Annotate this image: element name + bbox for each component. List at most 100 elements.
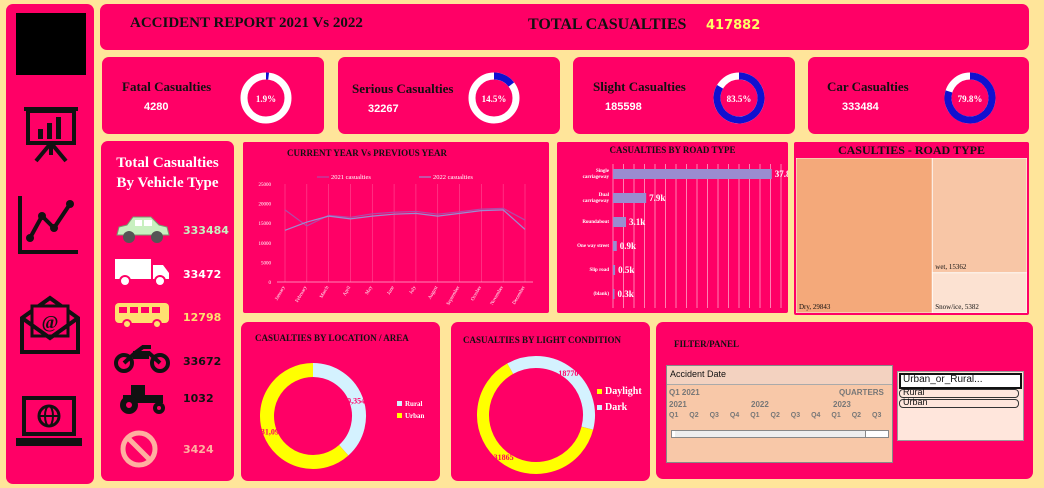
scrollbar-thumb[interactable] <box>675 431 866 437</box>
vehicle-value: 1032 <box>183 392 214 405</box>
kpi-ring: 1.9% <box>240 72 292 124</box>
timeline-quarter[interactable]: Q4 <box>730 412 739 419</box>
treemap-label: Dry, 29843 <box>799 303 831 311</box>
timeline-quarter[interactable]: Q2 <box>689 412 698 419</box>
light-donut: 31865 18770 Daylight Dark <box>477 356 642 474</box>
chart-title: CASUALTIES BY ROAD TYPE <box>609 145 736 155</box>
donut-data-label: 18770 <box>558 369 578 378</box>
timeline-year: 2021 <box>669 400 687 409</box>
vehicle-value: 33672 <box>183 355 222 368</box>
donut-data-label: 31865 <box>494 453 514 462</box>
presentation-icon[interactable] <box>18 99 84 165</box>
timeline-quarter[interactable]: Q2 <box>771 412 780 419</box>
legend-label: Urban <box>405 412 425 420</box>
data-label: 0.9k <box>620 241 636 251</box>
legend-swatch <box>397 413 402 418</box>
category-label: Dual <box>599 193 610 198</box>
timeline-quarter[interactable]: Q2 <box>852 412 861 419</box>
y-tick-label: 10000 <box>259 242 272 247</box>
y-tick-label: 15000 <box>259 222 272 227</box>
kpi-ring: 83.5% <box>713 72 765 124</box>
timeline-quarter[interactable]: Q4 <box>811 412 820 419</box>
chart-title: CASULTIES - ROAD TYPE <box>837 143 986 157</box>
timeline-scrollbar[interactable] <box>671 430 889 438</box>
road-type-bar-panel: CASUALTIES BY ROAD TYPE Single carriagewa… <box>557 142 788 313</box>
vehicle-title-line2: By Vehicle Type <box>116 175 219 191</box>
y-tick-label: 25000 <box>259 183 272 188</box>
bar <box>613 217 627 227</box>
bar <box>613 241 617 251</box>
vehicle-value: 3424 <box>183 443 214 456</box>
legend-label: Dark <box>605 402 628 413</box>
line-chart-panel: CURRENT YEAR Vs PREVIOUS YEAR 0 5000 10000… <box>243 142 549 313</box>
x-tick-label: July <box>409 285 418 295</box>
ring-fill <box>493 72 515 87</box>
donut-slice <box>312 363 366 456</box>
ring-pct-label: 14.5% <box>482 94 507 104</box>
truck-icon <box>115 259 169 287</box>
legend-label: 2021 casualties <box>331 174 371 181</box>
prohibited-icon <box>120 430 158 468</box>
bar <box>613 289 615 299</box>
bar-chart: Singlecarriageway37.8kDualcarriageway7.9… <box>577 164 788 308</box>
timeline-quarter[interactable]: Q3 <box>791 412 800 419</box>
bus-icon <box>115 303 169 329</box>
data-label: 3.1k <box>629 217 645 227</box>
date-timeline: Accident Date Q1 2021 QUARTERS 2021 2022… <box>666 365 893 463</box>
ring-pct-label: 83.5% <box>727 94 752 104</box>
x-tick-label: April <box>343 285 353 297</box>
kpi-title: Fatal Casualties <box>122 79 212 94</box>
slicer-item-label: Rural <box>903 387 925 397</box>
ring-pct-label: 79.8% <box>958 94 983 104</box>
line-chart: 0 5000 10000 15000 20000 25000 January February… <box>259 174 533 307</box>
y-tick-label: 20000 <box>259 203 272 208</box>
kpi-ring: 79.8% <box>944 72 996 124</box>
location-donut: 19,354 31,092 Rural Urban <box>260 363 425 469</box>
kpi-card-car: Car Casualties 333484 79.8% <box>808 57 1029 134</box>
category-label: Single <box>596 169 610 174</box>
kpi-value: 185598 <box>605 101 642 113</box>
kpi-card-fatal: Fatal Casualties 4280 1.9% <box>102 57 324 134</box>
bar <box>613 265 616 275</box>
logo-square[interactable] <box>16 13 86 75</box>
category-label: carriageway <box>583 175 610 180</box>
slicer-item-urban[interactable]: Urban <box>899 397 1019 408</box>
timeline-quarters: Q1 Q2 Q3 Q4 Q1 Q2 Q3 Q4 Q1 Q2 Q3 <box>667 412 892 426</box>
vehicle-value: 333484 <box>183 224 229 237</box>
legend-swatch <box>397 401 402 406</box>
x-tick-label: November <box>490 285 505 306</box>
kpi-title: Slight Casualties <box>593 79 686 94</box>
timeline-period: Q1 2021 <box>669 388 700 397</box>
category-label: Slip road <box>590 268 610 273</box>
light-donut-panel: CASUALTIES BY LIGHT CONDITION 31865 18770… <box>451 322 650 481</box>
treemap-tile <box>796 158 933 313</box>
line-chart-icon[interactable] <box>16 194 82 258</box>
donut-data-label: 31,092 <box>261 428 283 437</box>
legend-swatch <box>597 405 602 410</box>
x-tick-label: August <box>428 285 440 301</box>
category-label: carriageway <box>583 199 610 204</box>
laptop-globe-icon[interactable] <box>14 394 84 452</box>
tractor-icon <box>120 385 165 414</box>
donut-slice <box>260 363 349 469</box>
timeline-quarter[interactable]: Q1 <box>831 412 840 419</box>
timeline-unit-dropdown[interactable]: QUARTERS <box>839 388 884 397</box>
kpi-value: 4280 <box>144 101 169 113</box>
legend-label: 2022 casualties <box>433 174 473 181</box>
timeline-year: 2023 <box>833 400 851 409</box>
timeline-quarter[interactable]: Q1 <box>669 412 678 419</box>
x-tick-label: January <box>275 285 287 301</box>
chart-title: CURRENT YEAR Vs PREVIOUS YEAR <box>287 148 448 158</box>
category-label: Roundabout <box>582 220 609 225</box>
timeline-quarter[interactable]: Q1 <box>750 412 759 419</box>
series-line <box>284 209 526 231</box>
x-tick-label: February <box>295 285 309 304</box>
timeline-quarter[interactable]: Q3 <box>872 412 881 419</box>
vehicle-panel: Total Casualties By Vehicle Type 333484 … <box>101 141 234 481</box>
email-icon[interactable]: @ <box>18 292 82 356</box>
legend-swatch <box>597 389 602 394</box>
data-label: 37.8k <box>775 169 788 179</box>
x-tick-label: May <box>365 285 374 296</box>
legend-label: Daylight <box>605 386 642 397</box>
timeline-quarter[interactable]: Q3 <box>710 412 719 419</box>
